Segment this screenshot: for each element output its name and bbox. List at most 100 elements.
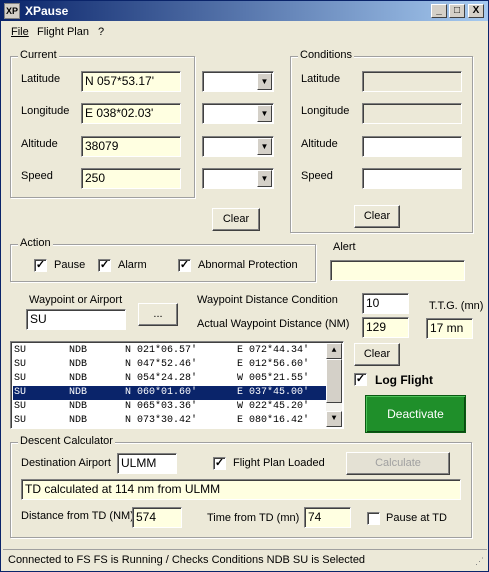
title-bar[interactable]: XP XPause _ □ X xyxy=(1,1,488,21)
menu-file[interactable]: File xyxy=(11,26,29,38)
minimize-button[interactable]: _ xyxy=(431,4,447,18)
list-item-id: SU xyxy=(14,387,27,398)
scroll-up-icon[interactable]: ▲ xyxy=(326,343,342,359)
latitude-operator-select[interactable]: ▼ xyxy=(202,71,274,92)
action-group-label: Action xyxy=(18,237,53,249)
list-item-lat: N 065*03.36' xyxy=(125,401,198,412)
waypoint-distance-condition-label: Waypoint Distance Condition xyxy=(197,294,338,306)
pause-checkbox[interactable]: ✓ xyxy=(34,259,47,272)
conditions-group-label: Conditions xyxy=(298,49,354,61)
abnormal-protection-label: Abnormal Protection xyxy=(198,259,298,271)
pause-at-td-label: Pause at TD xyxy=(386,512,447,524)
chevron-down-icon[interactable]: ▼ xyxy=(257,105,272,122)
list-item-id: SU xyxy=(14,373,27,384)
list-item-lat: N 021*06.57' xyxy=(125,345,198,356)
status-text: Connected to FS FS is Running / Checks C… xyxy=(8,554,366,566)
destination-airport-label: Destination Airport xyxy=(21,457,111,469)
list-item-lon: W 022*45.20' xyxy=(237,401,310,412)
log-flight-label: Log Flight xyxy=(375,373,433,387)
list-item[interactable]: SU NDB N 073*30.42' E 080*16.42' xyxy=(13,414,326,428)
list-item-lat: N 054*24.28' xyxy=(125,373,198,384)
current-latitude-label: Latitude xyxy=(21,73,61,85)
ttg-label: T.T.G. (mn) xyxy=(429,300,484,312)
condition-latitude-field[interactable] xyxy=(362,71,462,92)
list-item-lon: W 005*21.55' xyxy=(237,373,310,384)
flight-plan-loaded-label: Flight Plan Loaded xyxy=(233,457,325,469)
list-item[interactable]: SU NDB N 047*52.46' E 012*56.60' xyxy=(13,358,326,372)
speed-operator-select[interactable]: ▼ xyxy=(202,168,274,189)
window-title: XPause xyxy=(25,4,69,18)
list-item-id: SU xyxy=(14,401,27,412)
time-from-td-field[interactable]: 74 xyxy=(304,507,351,528)
conditions-longitude-label: Longitude xyxy=(301,105,350,117)
list-item-id: SU xyxy=(14,345,27,356)
current-longitude-field[interactable]: E 038*02.03' xyxy=(81,103,181,124)
browse-waypoint-button[interactable]: ... xyxy=(138,303,178,326)
actual-waypoint-distance-field[interactable]: 129 xyxy=(362,317,409,338)
scroll-thumb[interactable] xyxy=(326,359,342,403)
log-flight-checkbox[interactable]: ✓ xyxy=(354,373,367,386)
current-group-label: Current xyxy=(18,49,59,61)
app-icon: XP xyxy=(4,3,20,19)
menu-flight-plan[interactable]: Flight Plan xyxy=(37,26,89,38)
alert-field[interactable] xyxy=(330,260,465,281)
waypoint-list[interactable]: SU NDB N 021*06.57' E 072*44.34' SU NDB N 047*… xyxy=(10,341,344,429)
condition-altitude-field[interactable] xyxy=(362,136,462,157)
flight-plan-loaded-checkbox[interactable]: ✓ xyxy=(213,457,226,470)
altitude-operator-select[interactable]: ▼ xyxy=(202,136,274,157)
waypoint-distance-condition-field[interactable]: 10 xyxy=(362,293,409,314)
longitude-operator-select[interactable]: ▼ xyxy=(202,103,274,124)
list-item-lon: E 012*56.60' xyxy=(237,359,310,370)
list-item[interactable]: SU NDB N 021*06.57' E 072*44.34' xyxy=(13,344,326,358)
distance-from-td-label: Distance from TD (NM) xyxy=(21,510,134,522)
current-longitude-label: Longitude xyxy=(21,105,70,117)
clear-waypoint-button[interactable]: Clear xyxy=(354,343,400,366)
td-message-field: TD calculated at 114 nm from ULMM xyxy=(21,479,461,500)
list-item-lat: N 047*52.46' xyxy=(125,359,198,370)
list-item[interactable]: SU NDB N 054*24.28' W 005*21.55' xyxy=(13,372,326,386)
chevron-down-icon[interactable]: ▼ xyxy=(257,170,272,187)
resize-grip-icon[interactable]: ⋰ xyxy=(475,556,484,567)
current-latitude-field[interactable]: N 057*53.17' xyxy=(81,71,181,92)
condition-speed-field[interactable] xyxy=(362,168,462,189)
list-item-type: NDB xyxy=(69,415,88,426)
chevron-down-icon[interactable]: ▼ xyxy=(257,138,272,155)
conditions-altitude-label: Altitude xyxy=(301,138,338,150)
xpause-window: XP XPause _ □ X File Flight Plan ? Curre… xyxy=(0,0,489,572)
list-item-type: NDB xyxy=(69,359,88,370)
alarm-checkbox[interactable]: ✓ xyxy=(98,259,111,272)
pause-at-td-checkbox[interactable] xyxy=(367,512,380,525)
descent-calculator-label: Descent Calculator xyxy=(18,435,115,447)
list-scrollbar[interactable]: ▲ ▼ xyxy=(326,343,342,427)
maximize-button[interactable]: □ xyxy=(449,4,465,18)
clear-conditions-button[interactable]: Clear xyxy=(354,205,400,228)
deactivate-button[interactable]: Deactivate xyxy=(365,395,466,433)
list-item-lat: N 073*30.42' xyxy=(125,415,198,426)
alarm-label: Alarm xyxy=(118,259,147,271)
list-item[interactable]: SU NDB N 060*01.60' E 037*45.00' xyxy=(13,386,326,400)
distance-from-td-field[interactable]: 574 xyxy=(132,507,182,528)
calculate-button[interactable]: Calculate xyxy=(346,452,450,475)
condition-longitude-field[interactable] xyxy=(362,103,462,124)
menu-help[interactable]: ? xyxy=(98,26,104,38)
list-item-lat: N 060*01.60' xyxy=(125,387,198,398)
waypoint-input[interactable]: SU xyxy=(26,309,126,330)
list-item-lon: E 037*45.00' xyxy=(237,387,310,398)
close-button[interactable]: X xyxy=(468,4,484,18)
scroll-down-icon[interactable]: ▼ xyxy=(326,411,342,427)
abnormal-protection-checkbox[interactable]: ✓ xyxy=(178,259,191,272)
pause-label: Pause xyxy=(54,259,86,271)
ttg-field[interactable]: 17 mn xyxy=(426,318,473,339)
list-item-lon: E 080*16.42' xyxy=(237,415,310,426)
current-altitude-field[interactable]: 38079 xyxy=(81,136,181,157)
status-bar: Connected to FS FS is Running / Checks C… xyxy=(3,549,487,569)
clear-current-button[interactable]: Clear xyxy=(212,208,260,231)
list-item-id: SU xyxy=(14,359,27,370)
list-item[interactable]: SU NDB N 065*03.36' W 022*45.20' xyxy=(13,400,326,414)
conditions-latitude-label: Latitude xyxy=(301,73,341,85)
conditions-speed-label: Speed xyxy=(301,170,333,182)
alert-label: Alert xyxy=(333,241,356,253)
destination-airport-field[interactable]: ULMM xyxy=(117,453,177,474)
current-speed-field[interactable]: 250 xyxy=(81,168,181,189)
chevron-down-icon[interactable]: ▼ xyxy=(257,73,272,90)
